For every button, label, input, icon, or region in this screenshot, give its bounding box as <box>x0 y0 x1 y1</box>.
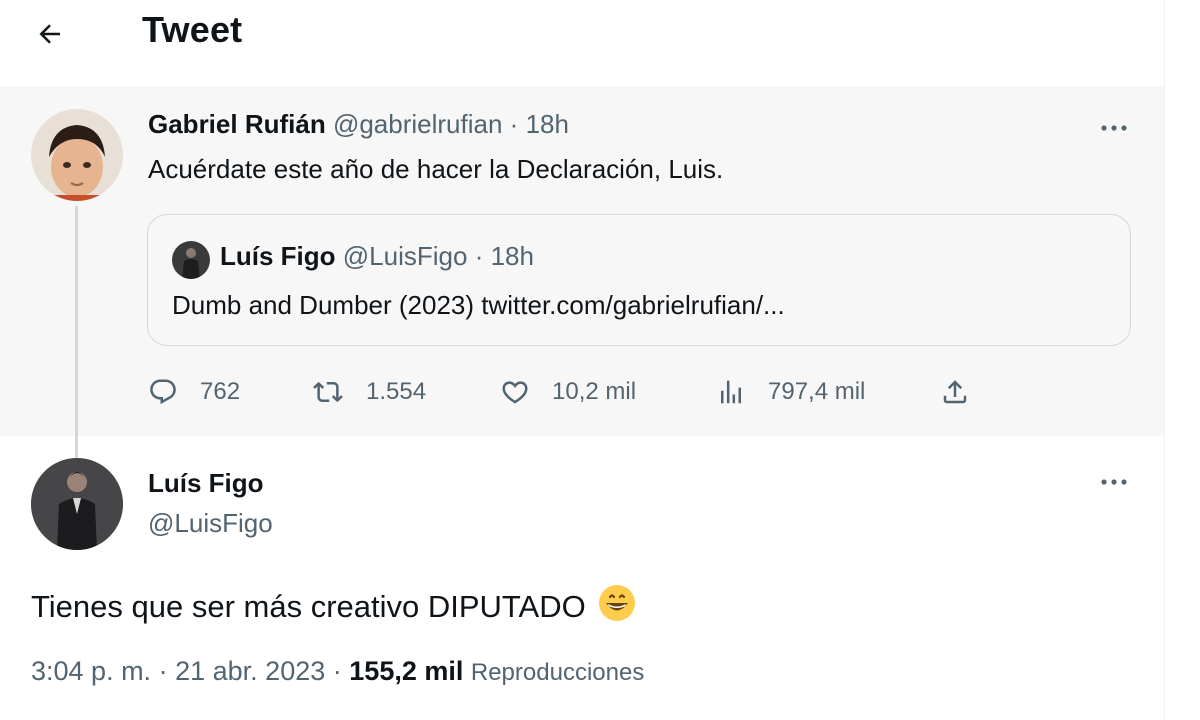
reply-count: 762 <box>200 378 241 405</box>
reply-button[interactable]: 762 <box>148 374 240 410</box>
quoted-tweet-text: Dumb and Dumber (2023) twitter.com/gabri… <box>172 290 785 320</box>
views-button[interactable]: 797,4 mil <box>716 374 865 410</box>
like-count: 10,2 mil <box>552 378 637 405</box>
tweet-text: Tienes que ser más creativo DIPUTADO <box>31 589 586 624</box>
avatar-gabriel-image <box>31 109 123 201</box>
views-count: 797,4 mil <box>768 378 866 405</box>
avatar[interactable] <box>31 109 123 201</box>
heart-icon <box>502 381 528 404</box>
reply-icon <box>150 379 176 405</box>
tweet-text: Acuérdate este año de hacer la Declaraci… <box>148 154 724 184</box>
author-handle[interactable]: @LuisFigo <box>148 508 273 539</box>
page-title: Tweet <box>142 9 243 50</box>
avatar-figo-image <box>31 458 123 550</box>
more-horizontal-icon <box>1101 125 1127 131</box>
tweet-actions: 762 1.554 10,2 mil 797,4 mil <box>148 374 1048 410</box>
tweet-page: Tweet Gabriel Rufián @gabrielrufian · 18… <box>0 0 1164 720</box>
column-border <box>1164 0 1165 720</box>
separator: · <box>474 241 484 271</box>
author-name[interactable]: Luís Figo <box>220 241 336 271</box>
author-handle[interactable]: @LuisFigo <box>343 241 468 271</box>
like-button[interactable]: 10,2 mil <box>500 374 636 410</box>
quoted-tweet-meta: Luís Figo @LuisFigo · 18h <box>220 241 534 272</box>
author-handle[interactable]: @gabrielrufian <box>333 109 502 139</box>
share-button[interactable] <box>940 374 970 410</box>
parent-tweet-meta: Gabriel Rufián @gabrielrufian · 18h <box>148 109 569 140</box>
views-count: 155,2 mil <box>349 656 464 686</box>
avatar[interactable] <box>31 458 123 550</box>
more-horizontal-icon <box>1101 479 1127 485</box>
views-label: Reproducciones <box>470 659 645 686</box>
tweet-timestamp-row: 3:04 p. m. · 21 abr. 2023 · 155,2 mil Re… <box>31 656 644 687</box>
author-name[interactable]: Luís Figo <box>148 468 264 499</box>
retweet-count: 1.554 <box>366 378 427 405</box>
avatar[interactable] <box>172 241 210 279</box>
thread-line <box>75 206 78 458</box>
share-icon <box>943 380 967 404</box>
avatar-figo-image <box>172 241 210 279</box>
tweet-date[interactable]: 21 abr. 2023 <box>175 656 325 686</box>
author-name[interactable]: Gabriel Rufián <box>148 109 326 139</box>
parent-tweet[interactable]: Gabriel Rufián @gabrielrufian · 18h Acué… <box>0 86 1164 458</box>
retweet-icon <box>313 381 343 403</box>
tweet-time[interactable]: 18h <box>491 241 534 271</box>
separator: · <box>509 109 519 139</box>
page-header: Tweet <box>0 0 1164 86</box>
tweet-time[interactable]: 3:04 p. m. <box>31 656 151 686</box>
main-tweet-text-row: Tienes que ser más creativo DIPUTADO <box>31 584 636 630</box>
retweet-button[interactable]: 1.554 <box>312 374 426 410</box>
more-button[interactable] <box>1096 118 1132 138</box>
quoted-tweet[interactable]: Luís Figo @LuisFigo · 18h Dumb and Dumbe… <box>147 214 1131 346</box>
separator: · <box>332 656 342 686</box>
separator: · <box>158 656 168 686</box>
analytics-icon <box>721 380 741 404</box>
tweet-time[interactable]: 18h <box>526 109 569 139</box>
grinning-face-emoji <box>598 584 636 630</box>
arrow-left-icon <box>39 24 60 44</box>
more-button[interactable] <box>1096 472 1132 492</box>
back-button[interactable] <box>30 14 70 54</box>
